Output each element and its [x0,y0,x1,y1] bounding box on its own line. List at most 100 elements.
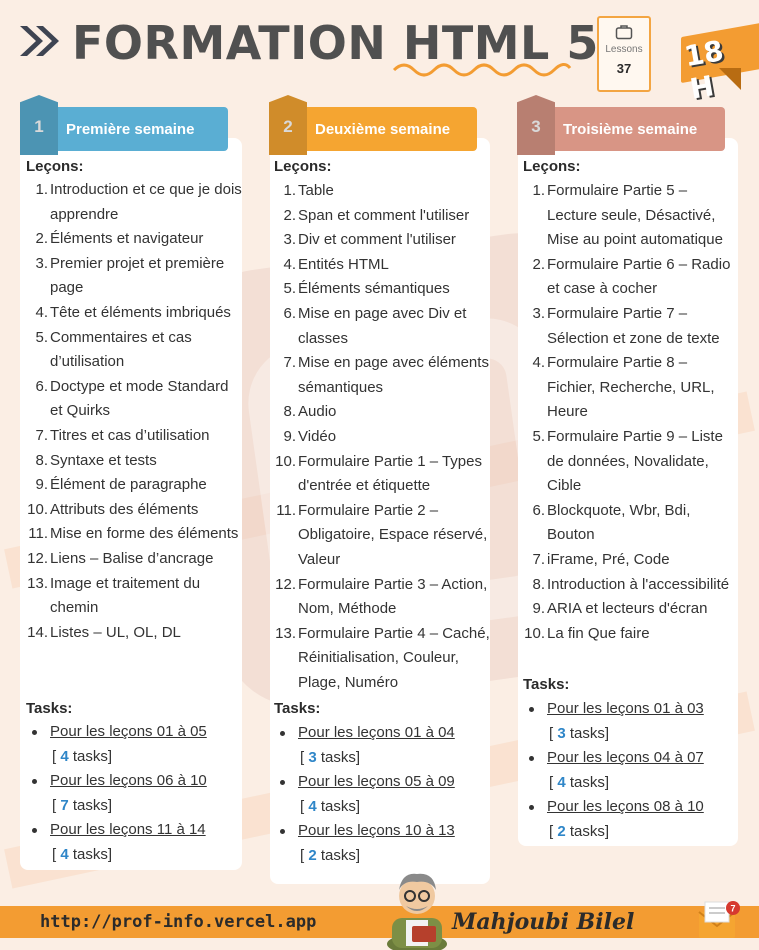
week-number-badge: 1 [20,95,58,155]
lesson-number: 12. [27,549,48,567]
task-count: [ 4 tasks] [52,845,113,863]
lesson-list: 1. Formulaire Partie 5 – Lecture seule, D… [523,179,739,646]
lesson-number: 9. [283,427,296,445]
lesson-label: Listes – UL, OL, DL [50,623,181,641]
lesson-item: 10. Formulaire Partie 1 – Types d'entrée … [274,450,490,499]
task-count: [ 4 tasks] [52,747,113,765]
week-header: 2 Deuxième semaine [269,95,477,155]
lessons-heading: Leçons: [523,158,581,175]
lesson-label: Doctype et mode Standard et Quirks [50,377,229,420]
lesson-label: Mise en forme des éléments [50,525,239,543]
week-header: 3 Troisième semaine [517,95,725,155]
task-count: [ 4 tasks] [300,797,361,815]
lesson-number: 10. [275,452,296,470]
task-link[interactable]: Pour les leçons 01 à 03 [547,700,704,717]
lesson-label: Formulaire Partie 4 – Caché, Réinitialis… [298,624,490,691]
task-link[interactable]: Pour les leçons 06 à 10 [50,772,207,789]
lesson-label: Formulaire Partie 5 – Lecture seule, Dés… [547,182,723,249]
lesson-item: 1. Table [274,179,490,204]
task-item: Pour les leçons 06 à 10 [ 7 tasks] [26,769,242,818]
lesson-number: 8. [35,451,48,469]
task-count-number: 3 [557,724,566,742]
lesson-item: 13. Image et traitement du chemin [26,572,242,621]
lesson-number: 9. [532,600,545,618]
lesson-item: 12. Liens – Balise d’ancrage [26,547,242,572]
task-item: Pour les leçons 04 à 07 [ 4 tasks] [523,746,739,795]
lesson-number: 8. [532,575,545,593]
lesson-label: Attributs des éléments [50,500,199,518]
duration-badge: 18 H [667,20,759,106]
lesson-number: 7. [283,354,296,372]
lesson-number: 7. [35,426,48,444]
lesson-number: 3. [532,304,545,322]
lesson-label: Formulaire Partie 3 – Action, Nom, Métho… [298,575,488,618]
duration-text: 18 H [681,33,726,106]
task-link[interactable]: Pour les leçons 11 à 14 [50,821,206,838]
lesson-number: 3. [283,231,296,249]
task-count: [ 3 tasks] [549,724,610,742]
lesson-number: 11. [28,525,48,543]
week-number-badge: 3 [517,95,555,155]
task-count-number: 7 [60,796,69,814]
week-title: Troisième semaine [563,121,698,138]
task-count-number: 2 [308,846,317,864]
lesson-number: 5. [35,328,48,346]
lesson-number: 4. [532,354,545,372]
task-count-number: 4 [60,747,69,765]
task-item: Pour les leçons 01 à 05 [ 4 tasks] [26,720,242,769]
lessons-count-box: Lessons 37 [597,16,651,92]
task-count-number: 3 [308,748,317,766]
lesson-number: 8. [283,403,296,421]
lesson-item: 1. Introduction et ce que je dois apprend… [26,178,242,227]
notification-badge: 7 [730,904,735,914]
lesson-number: 1. [283,182,296,199]
lesson-item: 11. Formulaire Partie 2 – Obligatoire, Es… [274,499,490,573]
lesson-label: iFrame, Pré, Code [547,550,670,568]
lesson-label: Table [298,182,334,199]
lesson-label: Formulaire Partie 6 – Radio et case à co… [547,255,731,298]
task-link[interactable]: Pour les leçons 05 à 09 [298,773,455,790]
website-link[interactable]: http://prof-info.vercel.app [40,912,316,932]
tasks-heading: Tasks: [274,700,321,717]
lesson-item: 12. Formulaire Partie 3 – Action, Nom, Mé… [274,573,490,622]
task-link[interactable]: Pour les leçons 10 à 13 [298,822,455,839]
lesson-label: Div et comment l'utiliser [298,231,456,249]
task-link[interactable]: Pour les leçons 01 à 04 [298,724,455,741]
task-link[interactable]: Pour les leçons 04 à 07 [547,749,704,766]
task-link[interactable]: Pour les leçons 01 à 05 [50,723,207,740]
teacher-avatar-icon [387,873,447,950]
lesson-item: 5. Formulaire Partie 9 – Liste de données… [523,425,739,499]
week-title: Deuxième semaine [315,121,451,138]
lesson-item: 10. La fin Que faire [523,622,739,647]
lesson-number: 5. [283,280,296,298]
lesson-number: 1. [35,181,48,198]
lesson-number: 14. [27,623,48,641]
lesson-label: Audio [298,403,337,421]
lesson-label: Éléments sémantiques [298,280,450,298]
mail-icon[interactable]: 7 [695,898,743,942]
week-title: Première semaine [66,121,195,138]
lesson-item: 3. Div et comment l'utiliser [274,228,490,253]
task-item: Pour les leçons 11 à 14 [ 4 tasks] [26,818,242,867]
lesson-label: La fin Que faire [547,624,650,642]
task-list: Pour les leçons 01 à 03 [ 3 tasks] Pour le… [523,697,739,845]
task-link[interactable]: Pour les leçons 08 à 10 [547,798,704,815]
lesson-item: 6. Blockquote, Wbr, Bdi, Bouton [523,499,739,548]
task-count-number: 4 [60,845,69,863]
lesson-item: 8. Audio [274,400,490,425]
lesson-label: Blockquote, Wbr, Bdi, Bouton [547,501,691,544]
lesson-item: 4. Entités HTML [274,253,490,278]
lesson-item: 1. Formulaire Partie 5 – Lecture seule, D… [523,179,739,253]
lesson-label: Formulaire Partie 7 – Sélection et zone … [547,304,720,347]
lesson-item: 8. Syntaxe et tests [26,449,242,474]
lesson-label: Mise en page avec éléments sémantiques [298,354,489,396]
lesson-number: 5. [532,427,545,445]
lesson-number: 4. [283,255,296,273]
lesson-label: Éléments et navigateur [50,230,204,248]
lesson-number: 12. [275,575,296,593]
lesson-item: 13. Formulaire Partie 4 – Caché, Réinitia… [274,622,490,696]
task-count: [ 2 tasks] [300,846,361,864]
lesson-item: 9. Élément de paragraphe [26,473,242,498]
lesson-number: 9. [35,476,48,494]
lesson-item: 4. Tête et éléments imbriqués [26,301,242,326]
